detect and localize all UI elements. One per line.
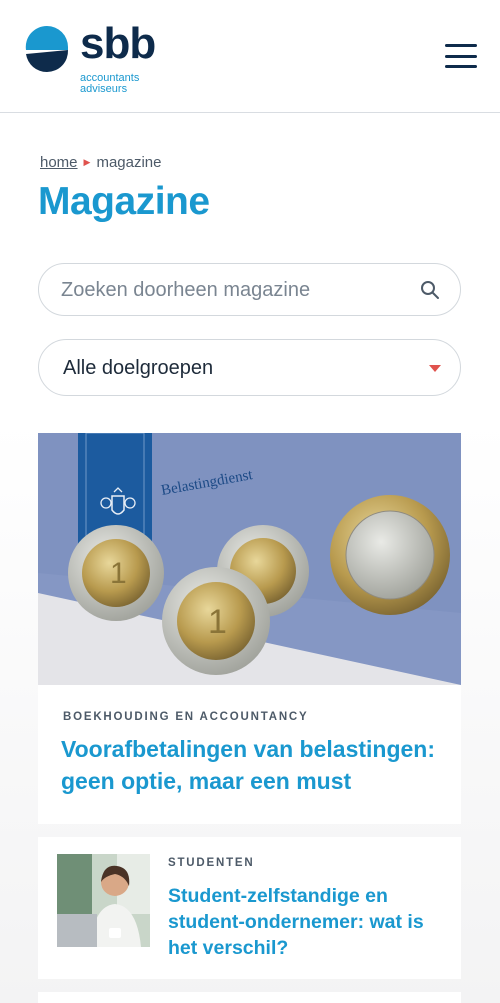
search-input[interactable] <box>61 276 401 304</box>
breadcrumb-arrow-icon: ▶ <box>83 157 91 167</box>
article-category: BOEKHOUDING EN ACCOUNTANCY <box>63 711 309 723</box>
euro-coin: 1 <box>162 567 270 675</box>
logo-wordmark: sbb <box>80 19 156 68</box>
audience-filter-select[interactable]: Alle doelgroepen <box>38 339 461 396</box>
svg-text:1: 1 <box>208 603 227 641</box>
menu-bar <box>445 65 477 68</box>
logo-tagline: accountants adviseurs <box>80 73 139 95</box>
page-title: Magazine <box>38 180 210 223</box>
article-card[interactable]: STUDENTEN Student-zelfstandige en studen… <box>38 837 461 979</box>
article-thumbnail-student <box>57 854 150 947</box>
sbb-logo[interactable]: sbb accountants adviseurs <box>24 19 174 98</box>
article-image-tax-coins: Belastingdienst 1 1 <box>38 433 461 685</box>
article-card[interactable]: Belastingdienst 1 1 BOEKHOUDING EN ACCOU… <box>38 433 461 824</box>
audience-filter-value: Alle doelgroepen <box>63 357 214 379</box>
euro-coin: 1 <box>68 525 164 621</box>
hamburger-icon[interactable] <box>445 44 477 68</box>
article-title[interactable]: Voorafbetalingen van belastingen: geen o… <box>61 733 441 797</box>
site-header: sbb accountants adviseurs <box>0 0 500 113</box>
svg-text:1: 1 <box>110 557 127 590</box>
logo-mark-icon <box>25 25 69 73</box>
article-card-partial[interactable] <box>38 992 461 1003</box>
breadcrumb-current: magazine <box>96 154 162 171</box>
caret-down-icon <box>429 365 441 372</box>
euro-coin <box>330 495 450 615</box>
menu-bar <box>445 44 477 47</box>
search-box <box>38 263 461 316</box>
logo-tagline-line-2: adviseurs <box>80 83 128 95</box>
menu-bar <box>445 54 477 58</box>
breadcrumb: home ▶ magazine <box>40 154 162 171</box>
breadcrumb-home-link[interactable]: home <box>40 154 78 171</box>
article-title[interactable]: Student-zelfstandige en student-ondernem… <box>168 883 438 961</box>
article-category: STUDENTEN <box>168 857 255 869</box>
search-icon[interactable] <box>420 280 440 300</box>
